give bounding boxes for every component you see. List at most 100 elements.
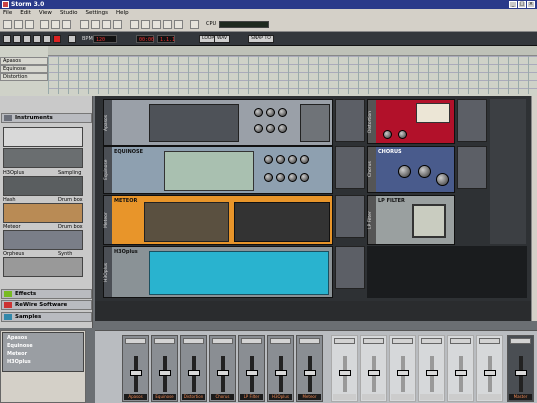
stop-icon[interactable] — [23, 35, 31, 43]
fader-handle[interactable] — [188, 370, 200, 376]
minimize-button[interactable]: _ — [509, 1, 517, 8]
samples-header[interactable]: Samples — [1, 312, 92, 322]
tool-icon[interactable] — [174, 20, 183, 29]
knob-control[interactable] — [264, 173, 273, 182]
help-icon[interactable] — [190, 20, 199, 29]
knob-control[interactable] — [398, 130, 407, 139]
menu-studio[interactable]: Studio — [60, 9, 78, 18]
menu-edit[interactable]: Edit — [20, 9, 31, 18]
knob-control[interactable] — [383, 130, 392, 139]
close-button[interactable]: × — [527, 1, 535, 8]
menu-settings[interactable]: Settings — [85, 9, 108, 18]
open-icon[interactable] — [14, 20, 23, 29]
sample-slots[interactable] — [149, 251, 329, 295]
fader-handle[interactable] — [397, 370, 409, 376]
rewind-icon[interactable] — [13, 35, 21, 43]
step-grid[interactable] — [164, 151, 254, 191]
track-row[interactable]: Equinose — [0, 65, 48, 73]
instrument-slot[interactable] — [3, 203, 83, 223]
instruments-header[interactable]: Instruments — [1, 113, 92, 123]
fader-handle[interactable] — [426, 370, 438, 376]
fader-handle[interactable] — [130, 370, 142, 376]
fader-handle[interactable] — [484, 370, 496, 376]
paste-icon[interactable] — [62, 20, 71, 29]
fader-handle[interactable] — [217, 370, 229, 376]
mute-button[interactable] — [479, 338, 500, 344]
fader-handle[interactable] — [455, 370, 467, 376]
sequencer-grid[interactable] — [48, 56, 537, 94]
knob-control[interactable] — [264, 155, 273, 164]
mute-button[interactable] — [510, 338, 531, 344]
loop-icon[interactable] — [68, 35, 76, 43]
knob-control[interactable] — [254, 108, 263, 117]
mute-button[interactable] — [392, 338, 413, 344]
tool-icon[interactable] — [80, 20, 89, 29]
knob-control[interactable] — [288, 155, 297, 164]
knob-control[interactable] — [300, 173, 309, 182]
filter-display[interactable] — [412, 204, 446, 238]
menu-view[interactable]: View — [39, 9, 52, 18]
instrument-slot[interactable] — [3, 230, 83, 250]
maximize-button[interactable]: □ — [518, 1, 526, 8]
fader-handle[interactable] — [246, 370, 258, 376]
knob-control[interactable] — [418, 165, 431, 178]
mute-button[interactable] — [450, 338, 471, 344]
tool-icon[interactable] — [91, 20, 100, 29]
menu-help[interactable]: Help — [116, 9, 129, 18]
knob-control[interactable] — [266, 124, 275, 133]
navigator-view[interactable]: Apasos Equinose Meteor H3Oplus — [2, 332, 84, 372]
effects-header[interactable]: Effects — [1, 289, 92, 299]
piano-roll[interactable] — [149, 104, 239, 142]
instrument-slot[interactable] — [3, 127, 83, 147]
mute-button[interactable] — [270, 338, 291, 344]
knob-control[interactable] — [278, 108, 287, 117]
mute-button[interactable] — [125, 338, 146, 344]
tool-icon[interactable] — [102, 20, 111, 29]
tool-icon[interactable] — [152, 20, 161, 29]
menu-file[interactable]: File — [3, 9, 12, 18]
mute-button[interactable] — [299, 338, 320, 344]
play-icon[interactable] — [33, 35, 41, 43]
knob-control[interactable] — [276, 155, 285, 164]
instrument-slot[interactable] — [3, 257, 83, 277]
mute-button[interactable] — [154, 338, 175, 344]
mute-button[interactable] — [241, 338, 262, 344]
forward-icon[interactable] — [43, 35, 51, 43]
rewire-header[interactable]: ReWire Software — [1, 300, 92, 310]
copy-icon[interactable] — [51, 20, 60, 29]
new-icon[interactable] — [3, 20, 12, 29]
mute-button[interactable] — [183, 338, 204, 344]
mute-button[interactable] — [212, 338, 233, 344]
pattern-grid[interactable] — [144, 202, 229, 242]
tool-icon[interactable] — [141, 20, 150, 29]
save-icon[interactable] — [25, 20, 34, 29]
knob-control[interactable] — [278, 124, 287, 133]
cut-icon[interactable] — [40, 20, 49, 29]
mute-button[interactable] — [334, 338, 355, 344]
knob-control[interactable] — [254, 124, 263, 133]
fader-handle[interactable] — [159, 370, 171, 376]
rack-scrollbar[interactable] — [531, 96, 537, 321]
mute-button[interactable] — [363, 338, 384, 344]
instrument-slot[interactable] — [3, 176, 83, 196]
tool-icon[interactable] — [130, 20, 139, 29]
knob-control[interactable] — [288, 173, 297, 182]
knob-control[interactable] — [266, 108, 275, 117]
snap-button[interactable]: SNAP TO — [248, 35, 274, 43]
fader-handle[interactable] — [368, 370, 380, 376]
bpm-display[interactable]: 120 — [93, 35, 117, 43]
fader-handle[interactable] — [515, 370, 527, 376]
knob-control[interactable] — [436, 173, 449, 186]
wav-button[interactable]: WAV — [214, 35, 231, 43]
knob-control[interactable] — [398, 165, 411, 178]
fader-handle[interactable] — [275, 370, 287, 376]
tool-icon[interactable] — [163, 20, 172, 29]
track-row[interactable]: Distortion — [0, 73, 48, 81]
fader-handle[interactable] — [339, 370, 351, 376]
rewind-icon[interactable] — [3, 35, 11, 43]
knob-control[interactable] — [300, 155, 309, 164]
mute-button[interactable] — [421, 338, 442, 344]
sequencer-ruler[interactable] — [48, 46, 537, 56]
fader-handle[interactable] — [304, 370, 316, 376]
track-row[interactable]: Apasos — [0, 57, 48, 65]
